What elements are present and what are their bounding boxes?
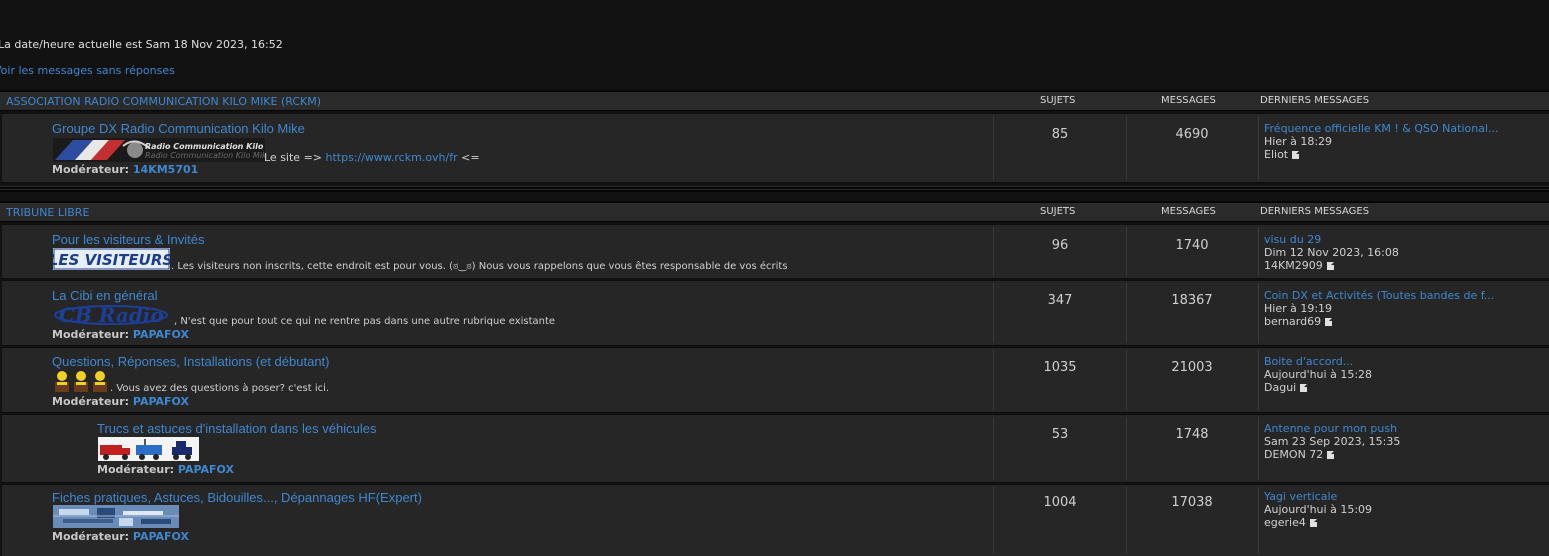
forum-title[interactable]: Pour les visiteurs & Invités xyxy=(52,232,204,247)
col-last: DERNIERS MESSAGES xyxy=(1260,95,1370,106)
moderator: Modérateur: PAPAFOX xyxy=(97,463,234,476)
last-post-user[interactable]: Eliot xyxy=(1264,148,1288,161)
moderator-link[interactable]: PAPAFOX xyxy=(133,530,189,543)
last-post-date: Sam 23 Sep 2023, 15:35 xyxy=(1264,435,1401,448)
post-count: 4690 xyxy=(1175,127,1209,142)
last-post-date: Dim 12 Nov 2023, 16:08 xyxy=(1264,246,1399,259)
last-post-title[interactable]: Coin DX et Activités (Toutes bandes de f… xyxy=(1264,289,1494,302)
last-post-title[interactable]: Fréquence officielle KM ! & QSO National… xyxy=(1264,122,1499,135)
forum-row: Trucs et astuces d'installation dans les… xyxy=(2,414,1549,483)
col-posts: MESSAGES xyxy=(1161,206,1216,217)
post-count: 17038 xyxy=(1171,495,1213,510)
topic-count: 1035 xyxy=(1043,360,1077,375)
category-header: ASSOCIATION RADIO COMMUNICATION KILO MIK… xyxy=(0,90,1549,111)
last-post: Fréquence officielle KM ! & QSO National… xyxy=(1264,122,1499,161)
unanswered-link[interactable]: Voir les messages sans réponses xyxy=(0,64,175,77)
last-post-date: Hier à 19:19 xyxy=(1264,302,1333,315)
moderator-link[interactable]: 14KM5701 xyxy=(133,163,198,176)
last-post: Yagi verticale Aujourd'hui à 15:09 egeri… xyxy=(1264,490,1372,529)
forum-title[interactable]: Fiches pratiques, Astuces, Bidouilles...… xyxy=(52,490,422,505)
forum-description: . Vous avez des questions à poser? c'est… xyxy=(110,383,330,394)
last-post-user[interactable]: egerie4 xyxy=(1264,516,1306,529)
forum-description: , N'est que pour tout ce qui ne rentre p… xyxy=(174,316,556,327)
topic-count: 85 xyxy=(1051,127,1069,142)
topic-count: 96 xyxy=(1051,238,1069,253)
last-post-user[interactable]: Dagui xyxy=(1264,381,1296,394)
forum-row: Fiches pratiques, Astuces, Bidouilles...… xyxy=(2,484,1549,556)
forum-row: La Cibi en général CB Radio , N'est que … xyxy=(2,280,1549,346)
forum-description: Le site => https://www.rckm.ovh/fr <= xyxy=(264,151,480,164)
category-title[interactable]: TRIBUNE LIBRE xyxy=(6,206,89,219)
forum-title[interactable]: Groupe DX Radio Communication Kilo Mike xyxy=(52,121,305,136)
col-posts: MESSAGES xyxy=(1161,95,1216,106)
post-count: 1748 xyxy=(1175,427,1209,442)
goto-post-icon[interactable] xyxy=(1327,451,1335,459)
current-time: La date/heure actuelle est Sam 18 Nov 20… xyxy=(0,38,283,51)
category-header: TRIBUNE LIBRE SUJETS MESSAGES DERNIERS M… xyxy=(0,201,1549,222)
moderator: Modérateur: PAPAFOX xyxy=(52,395,189,408)
site-link[interactable]: https://www.rckm.ovh/fr xyxy=(326,151,458,164)
goto-post-icon[interactable] xyxy=(1300,384,1308,392)
forum-banner: Radio Communication Kilo Mike Radio Comm… xyxy=(53,138,288,162)
last-post-date: Aujourd'hui à 15:28 xyxy=(1264,368,1373,381)
moderator-link[interactable]: PAPAFOX xyxy=(133,328,189,341)
last-post-date: Aujourd'hui à 15:09 xyxy=(1264,503,1373,516)
forum-row: Pour les visiteurs & Invités LES VISITEU… xyxy=(2,224,1549,279)
forum-description: . Les visiteurs non inscrits, cette endr… xyxy=(171,261,788,272)
cb-radio-logo: CB Radio xyxy=(53,303,173,327)
last-post: Antenne pour mon push Sam 23 Sep 2023, 1… xyxy=(1264,422,1400,461)
last-post-title[interactable]: Antenne pour mon push xyxy=(1264,422,1400,435)
banner-text: Radio Communication Kilo Mike xyxy=(145,142,265,151)
last-post: Boite d'accord... Aujourd'hui à 15:28 Da… xyxy=(1264,355,1372,394)
smileys-icon xyxy=(53,370,111,394)
moderator: Modérateur: PAPAFOX xyxy=(52,530,189,543)
post-count: 1740 xyxy=(1175,238,1209,253)
moderator-link[interactable]: PAPAFOX xyxy=(133,395,189,408)
last-post: visu du 29 Dim 12 Nov 2023, 16:08 14KM29… xyxy=(1264,233,1399,272)
topic-count: 347 xyxy=(1047,293,1073,308)
category-title[interactable]: ASSOCIATION RADIO COMMUNICATION KILO MIK… xyxy=(6,95,321,108)
goto-post-icon[interactable] xyxy=(1326,262,1334,270)
circuit-board-icon xyxy=(53,505,179,528)
visitors-banner-text: LES VISITEURS xyxy=(53,251,170,269)
moderator-link[interactable]: PAPAFOX xyxy=(178,463,234,476)
col-last: DERNIERS MESSAGES xyxy=(1260,206,1370,217)
forum-title[interactable]: La Cibi en général xyxy=(52,288,158,303)
goto-post-icon[interactable] xyxy=(1292,151,1300,159)
last-post-date: Hier à 18:29 xyxy=(1264,135,1333,148)
last-post-title[interactable]: Boite d'accord... xyxy=(1264,355,1372,368)
last-post-title[interactable]: Yagi verticale xyxy=(1264,490,1372,503)
last-post-user[interactable]: bernard69 xyxy=(1264,315,1321,328)
col-topics: SUJETS xyxy=(1040,95,1076,106)
vehicles-icon xyxy=(98,437,199,461)
topic-count: 1004 xyxy=(1043,495,1077,510)
goto-post-icon[interactable] xyxy=(1309,519,1317,527)
visitors-banner: LES VISITEURS xyxy=(49,248,173,270)
last-post-title[interactable]: visu du 29 xyxy=(1264,233,1399,246)
post-count: 21003 xyxy=(1171,360,1213,375)
topic-count: 53 xyxy=(1051,427,1069,442)
banner-text-shadow: Radio Communication Kilo Mike xyxy=(145,151,265,160)
last-post-user[interactable]: 14KM2909 xyxy=(1264,259,1323,272)
moderator: Modérateur: PAPAFOX xyxy=(52,328,189,341)
cb-radio-logo-text: CB Radio xyxy=(59,303,164,325)
forum-title[interactable]: Trucs et astuces d'installation dans les… xyxy=(97,421,376,436)
category-separator xyxy=(0,186,1549,192)
post-count: 18367 xyxy=(1171,293,1213,308)
forum-title[interactable]: Questions, Réponses, Installations (et d… xyxy=(52,354,330,369)
forum-row: Questions, Réponses, Installations (et d… xyxy=(2,347,1549,413)
goto-post-icon[interactable] xyxy=(1325,318,1333,326)
forum-row: Groupe DX Radio Communication Kilo Mike … xyxy=(2,113,1549,183)
last-post-user[interactable]: DEMON 72 xyxy=(1264,448,1323,461)
last-post: Coin DX et Activités (Toutes bandes de f… xyxy=(1264,289,1494,328)
moderator: Modérateur: 14KM5701 xyxy=(52,163,199,176)
col-topics: SUJETS xyxy=(1040,206,1076,217)
